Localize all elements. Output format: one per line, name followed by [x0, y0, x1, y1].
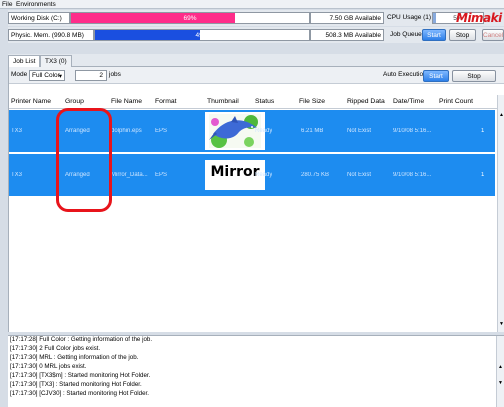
auto-execution-start-button[interactable]: Start — [423, 70, 449, 82]
tab-tx3[interactable]: TX3 (0) — [40, 55, 72, 67]
physic-mem-row: Physic. Mem. (990.8 MB) 49% 508.3 MB Ava… — [8, 27, 504, 43]
scroll-up-icon[interactable]: ▲ — [499, 112, 504, 118]
log-scrollbar[interactable]: ▲ ▼ — [496, 336, 504, 407]
cell-ripped-data: Not Exist — [347, 172, 372, 178]
column-format[interactable]: Format — [155, 98, 177, 105]
cell-format: EPS — [155, 128, 168, 134]
mode-bar: Mode Full Color ▾ 2 jobs Auto Execution … — [9, 67, 504, 84]
table-header: Printer Name Group File Name Format Thum… — [9, 95, 497, 109]
cell-printer: TX3 — [11, 172, 23, 178]
working-disk-bar: 69% — [70, 12, 310, 24]
job-queue-start-button[interactable]: Start — [422, 29, 446, 41]
log-line: [17:17:30] [TX3$m] : Started monitoring … — [10, 372, 151, 379]
column-status[interactable]: Status — [255, 98, 274, 105]
column-printer-name[interactable]: Printer Name — [11, 98, 51, 105]
cell-file-name: Mirror_Data... — [111, 172, 148, 178]
cell-status: Ready — [255, 128, 273, 134]
job-queue-label: Job Queue — [390, 31, 422, 38]
menu-bar: File Environments — [0, 0, 504, 9]
job-count-field: 2 — [75, 70, 107, 81]
scroll-down-icon[interactable]: ▼ — [499, 321, 504, 327]
mode-value: Full Color — [32, 72, 60, 79]
tab-bar: Job List TX3 (0) — [8, 54, 504, 68]
log-panel: [17:17:28] Full Color : Getting informat… — [8, 335, 504, 407]
cell-date-time: 9/10/08 5:16... — [393, 128, 432, 134]
column-file-size[interactable]: File Size — [299, 98, 325, 105]
mimaki-logo: Mimaki — [456, 11, 502, 25]
working-disk-label: Working Disk (C:) — [8, 12, 70, 24]
log-line: [17:17:30] [CJV30] : Started monitoring … — [10, 390, 149, 397]
working-disk-row: Working Disk (C:) 69% 7.50 GB Available … — [8, 10, 504, 26]
job-count-unit: jobs — [109, 71, 121, 78]
cell-file-name: dolphin.eps — [111, 128, 142, 134]
column-print-count[interactable]: Print Count — [439, 98, 473, 105]
chevron-down-icon: ▾ — [58, 73, 62, 80]
column-date-time[interactable]: Date/Time — [393, 98, 424, 105]
cell-format: EPS — [155, 172, 168, 178]
menu-file[interactable]: File — [2, 1, 12, 8]
auto-execution-stop-button[interactable]: Stop — [452, 70, 496, 82]
working-disk-available: 7.50 GB Available — [310, 12, 384, 24]
scroll-down-icon[interactable]: ▼ — [498, 380, 503, 386]
working-disk-percent: 69% — [183, 15, 197, 22]
column-ripped-data[interactable]: Ripped Data — [347, 98, 385, 105]
mode-label: Mode — [11, 71, 28, 78]
cell-status: Ready — [255, 172, 273, 178]
cpu-usage-label: CPU Usage (1) — [387, 14, 432, 21]
cell-file-size: 280.75 KB — [301, 172, 330, 178]
highlight-annotation — [56, 108, 112, 212]
physic-mem-percent: 49% — [195, 32, 209, 39]
physic-mem-bar: 49% — [94, 29, 310, 41]
mode-select[interactable]: Full Color ▾ — [29, 70, 65, 81]
log-line: [17:17:28] Full Color : Getting informat… — [10, 336, 153, 343]
job-queue-stop-button[interactable]: Stop — [449, 29, 476, 41]
cell-print-count: 1 — [481, 172, 485, 178]
log-line: [17:17:30] [TX3] : Started monitoring Ho… — [10, 381, 142, 388]
cell-printer: TX3 — [11, 128, 23, 134]
cell-date-time: 9/10/08 5:16... — [393, 172, 432, 178]
physic-mem-available: 508.3 MB Available — [310, 29, 384, 41]
auto-execution-label: Auto Execution — [383, 71, 427, 78]
menu-environments[interactable]: Environments — [16, 1, 56, 8]
cell-print-count: 1 — [481, 128, 485, 134]
scroll-up-icon[interactable]: ▲ — [498, 364, 503, 370]
column-file-name[interactable]: File Name — [111, 98, 142, 105]
table-scrollbar[interactable]: ▲ ▼ — [497, 95, 504, 332]
column-group[interactable]: Group — [65, 98, 84, 105]
cell-file-size: 6.21 MB — [301, 128, 324, 134]
column-thumbnail[interactable]: Thumbnail — [207, 98, 239, 105]
log-line: [17:17:30] 2 Full Color jobs exist. — [10, 345, 101, 352]
log-line: [17:17:30] 0 MRL jobs exist. — [10, 363, 87, 370]
log-line: [17:17:30] MRL : Getting information of … — [10, 354, 139, 361]
cancel-all-button[interactable]: Cancel All — [482, 29, 504, 41]
cell-ripped-data: Not Exist — [347, 128, 372, 134]
physic-mem-label: Physic. Mem. (990.8 MB) — [8, 29, 94, 41]
